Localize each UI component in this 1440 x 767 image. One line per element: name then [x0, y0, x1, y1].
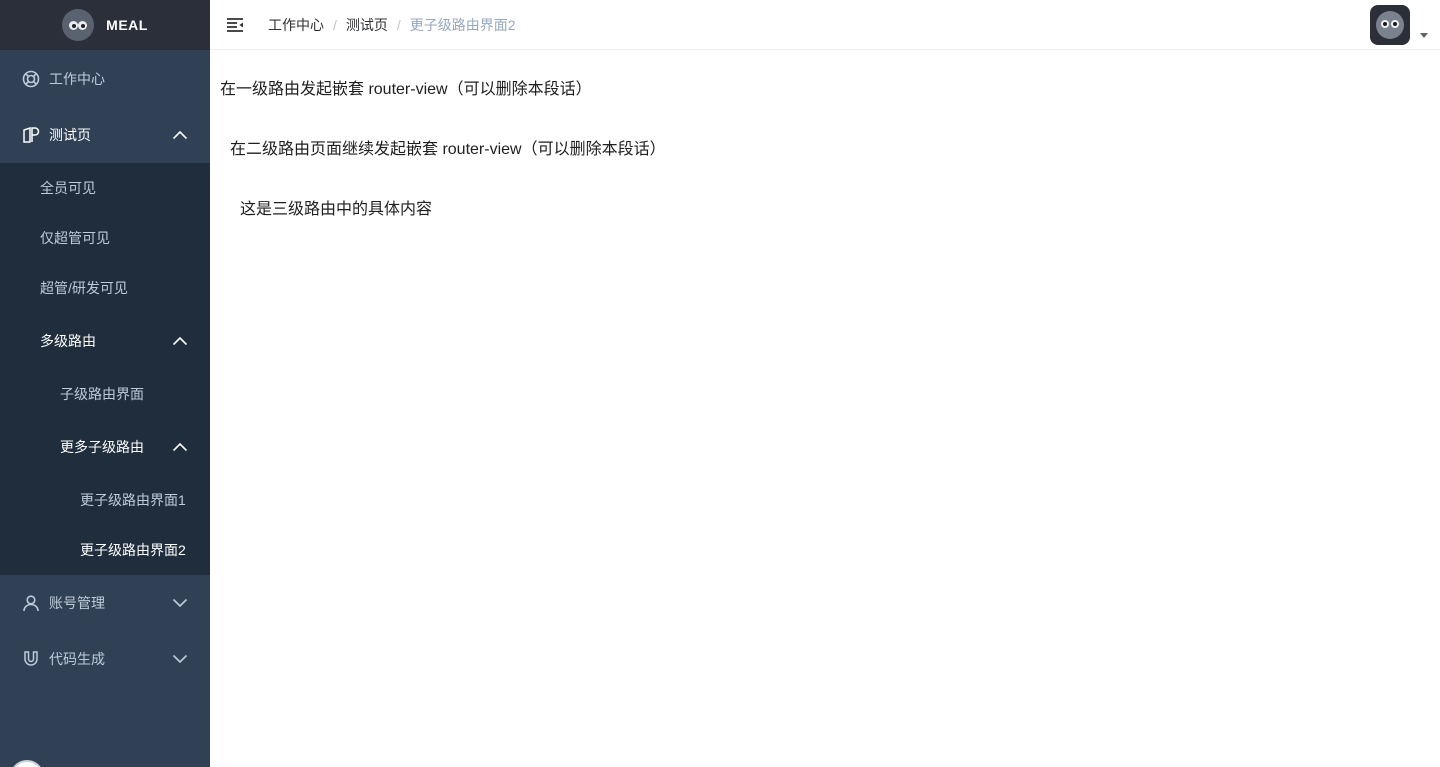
chevron-up-icon — [172, 442, 188, 452]
sidebar-item-label: 更子级路由界面2 — [80, 542, 186, 558]
sidebar-item-label: 超管/研发可见 — [40, 280, 128, 296]
chevron-up-icon — [172, 130, 188, 140]
sidebar-item-child-route-page[interactable]: 子级路由界面 — [0, 369, 210, 419]
sidebar-item-label: 代码生成 — [49, 651, 105, 667]
user-icon — [22, 594, 40, 612]
sidebar-item-sub-page-2[interactable]: 更子级路由界面2 — [0, 525, 210, 575]
caret-down-icon[interactable] — [1420, 33, 1428, 38]
sidebar-item-super-only[interactable]: 仅超管可见 — [0, 213, 210, 263]
sidebar-item-multi-route[interactable]: 多级路由 — [0, 313, 210, 369]
sidebar-item-label: 更多子级路由 — [60, 439, 144, 455]
lifebuoy-icon — [22, 70, 40, 88]
sidebar-item-label: 账号管理 — [49, 595, 105, 611]
sidebar-item-code-gen[interactable]: 代码生成 — [0, 631, 210, 687]
parking-icon — [22, 126, 40, 144]
level2-route-text: 在二级路由页面继续发起嵌套 router-view（可以删除本段话） — [230, 141, 666, 158]
chevron-down-icon — [172, 598, 188, 608]
sidebar-item-more-child-routes[interactable]: 更多子级路由 — [0, 419, 210, 475]
sidebar-item-label: 更子级路由界面1 — [80, 492, 186, 508]
breadcrumb-item-current: 更子级路由界面2 — [409, 17, 516, 33]
main-content: 在一级路由发起嵌套 router-view（可以删除本段话） 在二级路由页面继续… — [210, 51, 1440, 767]
chevron-down-icon — [172, 654, 188, 664]
sidebar: MEAL 工作中心 测试页 全员可见 仅超管可见 超管/研发可见 多级路由 子级… — [0, 0, 210, 767]
avatar[interactable] — [1370, 5, 1410, 45]
sidebar-item-label: 测试页 — [49, 127, 91, 143]
breadcrumb-separator: / — [396, 17, 401, 33]
sidebar-item-super-dev[interactable]: 超管/研发可见 — [0, 263, 210, 313]
breadcrumb: 工作中心 / 测试页 / 更子级路由界面2 — [268, 0, 516, 50]
breadcrumb-item-test-page[interactable]: 测试页 — [346, 15, 388, 35]
breadcrumb-separator: / — [333, 17, 337, 33]
sidebar-item-sub-page-1[interactable]: 更子级路由界面1 — [0, 475, 210, 525]
floating-action-button[interactable] — [10, 760, 44, 767]
sidebar-item-label: 工作中心 — [49, 71, 105, 87]
chevron-up-icon — [172, 336, 188, 346]
menu-fold-icon[interactable] — [226, 16, 244, 34]
level1-route-text: 在一级路由发起嵌套 router-view（可以删除本段话） — [220, 81, 592, 98]
sidebar-item-test-page[interactable]: 测试页 — [0, 107, 210, 163]
sidebar-item-label: 子级路由界面 — [60, 386, 144, 402]
navbar: 工作中心 / 测试页 / 更子级路由界面2 — [210, 0, 1440, 50]
sidebar-item-label: 全员可见 — [40, 180, 96, 196]
sidebar-item-label: 多级路由 — [40, 333, 96, 349]
level3-route-text: 这是三级路由中的具体内容 — [240, 201, 433, 218]
logo-mascot-icon — [62, 9, 95, 41]
logo-title: MEAL — [106, 17, 148, 33]
logo[interactable]: MEAL — [0, 0, 210, 50]
breadcrumb-item-dashboard[interactable]: 工作中心 — [268, 15, 324, 35]
sidebar-item-label: 仅超管可见 — [40, 230, 110, 246]
sidebar-item-account-mgmt[interactable]: 账号管理 — [0, 575, 210, 631]
magnet-icon — [22, 650, 40, 668]
sidebar-item-all-visible[interactable]: 全员可见 — [0, 163, 210, 213]
sidebar-item-dashboard[interactable]: 工作中心 — [0, 51, 210, 107]
